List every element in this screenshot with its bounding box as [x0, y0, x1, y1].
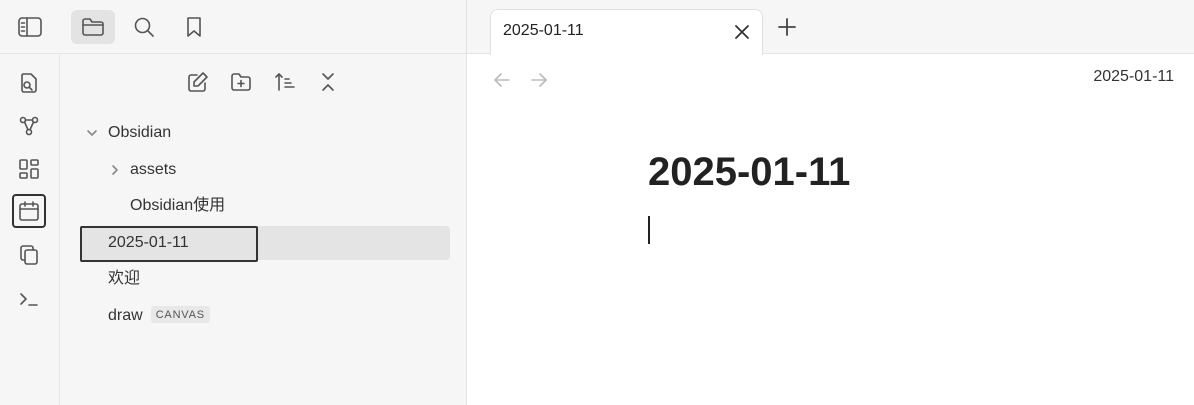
- close-tab-button[interactable]: [732, 22, 752, 42]
- tab-title: 2025-01-11: [503, 22, 584, 39]
- plus-icon: [778, 18, 796, 36]
- dashboard-button[interactable]: [12, 152, 46, 186]
- sort-icon: [275, 73, 295, 91]
- sidebar-toolbar: [0, 0, 466, 54]
- search-tab-button[interactable]: [122, 10, 166, 44]
- folder-assets[interactable]: assets: [82, 153, 450, 187]
- bookmark-icon: [187, 17, 201, 37]
- ribbon: [0, 54, 60, 405]
- file-obsidian-usage[interactable]: Obsidian使用: [82, 189, 450, 223]
- copy-button[interactable]: [12, 238, 46, 272]
- back-button[interactable]: [490, 68, 514, 92]
- chevron-down-icon: [87, 130, 97, 136]
- view-header-title[interactable]: 2025-01-11: [1093, 68, 1174, 86]
- canvas-badge: CANVAS: [150, 306, 210, 323]
- close-icon: [735, 25, 749, 39]
- graph-view-button[interactable]: [12, 109, 46, 143]
- copy-icon: [20, 245, 38, 265]
- graph-view-icon: [19, 116, 39, 136]
- quick-switcher-button[interactable]: [12, 66, 46, 100]
- terminal-icon: [20, 293, 38, 306]
- file-2025-01-11[interactable]: 2025-01-11: [80, 226, 450, 262]
- arrow-left-icon: [494, 73, 510, 87]
- arrow-right-icon: [531, 73, 547, 87]
- note-title[interactable]: 2025-01-11: [648, 150, 850, 195]
- sidebar-toggle-icon: [18, 17, 42, 37]
- sidebar-toggle-button[interactable]: [8, 10, 52, 44]
- quick-switcher-icon: [21, 73, 37, 93]
- forward-button[interactable]: [527, 68, 551, 92]
- terminal-button[interactable]: [12, 282, 46, 316]
- new-folder-button[interactable]: [225, 66, 257, 98]
- files-tab-button[interactable]: [71, 10, 115, 44]
- tab-2025-01-11[interactable]: 2025-01-11: [490, 9, 763, 55]
- bookmarks-tab-button[interactable]: [172, 10, 216, 44]
- chevron-right-icon: [112, 165, 118, 175]
- file-label: 2025-01-11: [108, 234, 189, 251]
- new-note-icon: [188, 72, 208, 92]
- file-label: draw: [108, 307, 143, 324]
- collapse-all-button[interactable]: [312, 66, 344, 98]
- dashboard-icon: [19, 159, 39, 179]
- new-note-button[interactable]: [182, 66, 214, 98]
- calendar-icon: [19, 201, 39, 221]
- text-cursor: [648, 216, 650, 244]
- search-icon: [134, 17, 154, 37]
- file-label: Obsidian使用: [130, 197, 226, 214]
- sort-button[interactable]: [269, 66, 301, 98]
- new-folder-icon: [231, 73, 251, 91]
- new-tab-button[interactable]: [776, 16, 798, 38]
- collapse-all-icon: [322, 73, 334, 91]
- calendar-button[interactable]: [12, 194, 46, 228]
- file-welcome[interactable]: 欢迎: [82, 262, 450, 296]
- folder-label: Obsidian: [108, 124, 172, 141]
- folder-obsidian[interactable]: Obsidian: [82, 116, 450, 150]
- file-draw[interactable]: draw CANVAS: [82, 299, 450, 333]
- file-label: 欢迎: [108, 270, 141, 287]
- folder-label: assets: [130, 161, 177, 178]
- folder-icon: [82, 18, 104, 36]
